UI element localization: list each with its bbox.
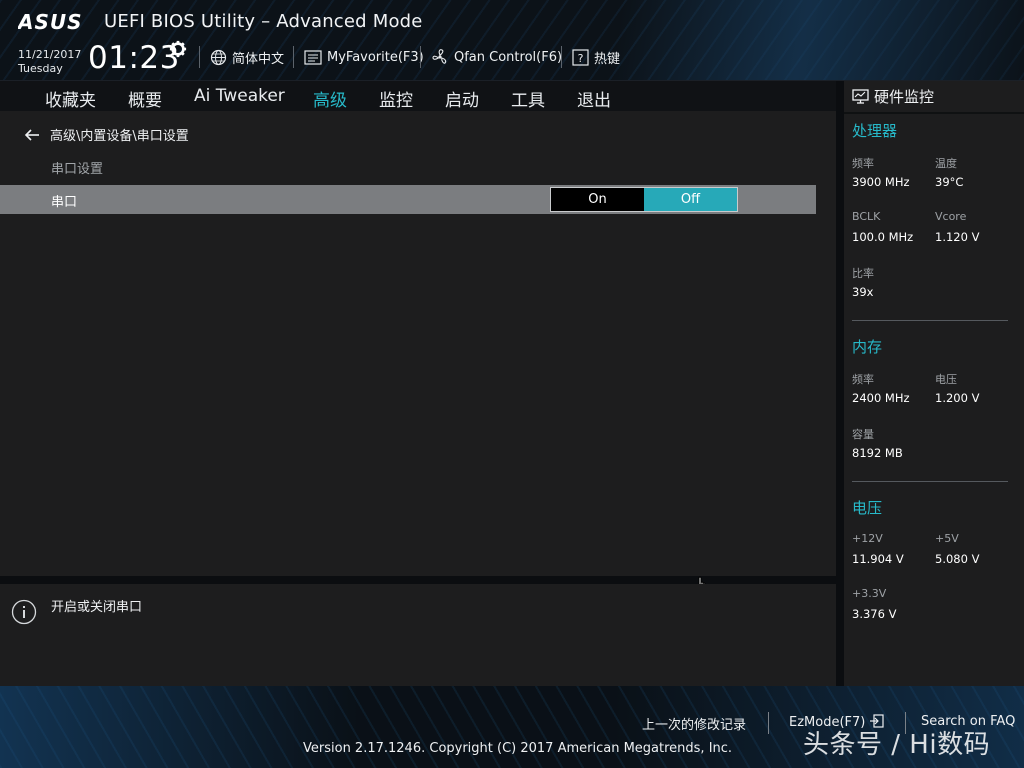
cpu-temp-label: 温度 bbox=[935, 157, 957, 170]
ratio-label: 比率 bbox=[852, 267, 874, 280]
mem-freq-value: 2400 MHz bbox=[852, 391, 910, 405]
help-question-icon: ? bbox=[572, 48, 589, 66]
cpu-section-title: 处理器 bbox=[852, 122, 898, 140]
bclk-value: 100.0 MHz bbox=[852, 230, 914, 244]
mem-capacity-label: 容量 bbox=[852, 428, 874, 441]
footer-bar: 上一次的修改记录 EzMode(F7) Search on FAQ Versio… bbox=[0, 686, 1024, 768]
bclk-label: BCLK bbox=[852, 210, 881, 223]
help-description: 开启或关闭串口 bbox=[51, 600, 143, 615]
header-divider bbox=[420, 46, 421, 68]
menu-favorites[interactable]: 收藏夹 bbox=[45, 86, 96, 111]
title-divider bbox=[844, 112, 1024, 114]
settings-panel: 高级\内置设备\串口设置 串口设置 串口 On Off bbox=[0, 111, 836, 601]
breadcrumb-path: 高级\内置设备\串口设置 bbox=[50, 129, 189, 144]
asus-logo: ASUS bbox=[18, 11, 83, 33]
copyright-text: Version 2.17.1246. Copyright (C) 2017 Am… bbox=[303, 741, 733, 756]
memory-section-title: 内存 bbox=[852, 338, 883, 356]
v33-value: 3.376 V bbox=[852, 607, 897, 621]
main-menu: 收藏夹 概要 Ai Tweaker 高级 监控 启动 工具 退出 bbox=[0, 81, 836, 114]
v12-value: 11.904 V bbox=[852, 552, 904, 566]
qfan-label: Qfan Control(F6) bbox=[454, 49, 563, 65]
vcore-value: 1.120 V bbox=[935, 230, 980, 244]
watermark-text: 头条号 / Hi数码 bbox=[803, 730, 991, 760]
menu-monitor[interactable]: 监控 bbox=[379, 86, 413, 111]
toggle-option-off[interactable]: Off bbox=[644, 188, 737, 211]
breadcrumb[interactable]: 高级\内置设备\串口设置 bbox=[24, 125, 189, 144]
cpu-temp-value: 39°C bbox=[935, 175, 964, 189]
globe-icon bbox=[210, 49, 227, 65]
monitor-icon bbox=[852, 89, 869, 104]
setting-row-serial-port[interactable]: 串口 On Off bbox=[0, 185, 816, 214]
menu-tool[interactable]: 工具 bbox=[511, 86, 545, 111]
hotkeys-button[interactable]: ? 热键 bbox=[572, 46, 620, 68]
vcore-label: Vcore bbox=[935, 210, 967, 223]
mem-freq-label: 频率 bbox=[852, 373, 874, 386]
menu-boot[interactable]: 启动 bbox=[445, 86, 479, 111]
myfavorite-label: MyFavorite(F3) bbox=[327, 49, 424, 65]
cpu-freq-label: 频率 bbox=[852, 157, 874, 170]
cpu-freq-value: 3900 MHz bbox=[852, 175, 910, 189]
v12-label: +12V bbox=[852, 532, 883, 545]
v33-label: +3.3V bbox=[852, 587, 887, 600]
header-bar: ASUS UEFI BIOS Utility – Advanced Mode 1… bbox=[0, 0, 1024, 81]
ratio-value: 39x bbox=[852, 285, 874, 299]
hardware-monitor-panel: 硬件监控 处理器 频率 温度 3900 MHz 39°C BCLK Vcore … bbox=[844, 81, 1024, 686]
fan-icon bbox=[432, 49, 447, 64]
hardware-monitor-title: 硬件监控 bbox=[852, 86, 934, 107]
last-modified-button[interactable]: 上一次的修改记录 bbox=[642, 714, 746, 733]
qfan-control-button[interactable]: Qfan Control(F6) bbox=[431, 46, 562, 68]
section-label: 串口设置 bbox=[51, 162, 104, 177]
setting-label: 串口 bbox=[51, 195, 78, 210]
info-icon bbox=[11, 599, 37, 625]
mem-volt-label: 电压 bbox=[935, 373, 957, 386]
header-divider bbox=[561, 46, 562, 68]
mem-capacity-value: 8192 MB bbox=[852, 446, 903, 460]
menu-ai-tweaker[interactable]: Ai Tweaker bbox=[194, 86, 285, 106]
menu-exit[interactable]: 退出 bbox=[577, 86, 611, 111]
hardware-monitor-label: 硬件监控 bbox=[874, 88, 935, 106]
date-text: 11/21/2017 bbox=[18, 48, 82, 61]
hotkeys-label: 热键 bbox=[594, 51, 621, 67]
header-divider bbox=[199, 46, 200, 68]
myfavorite-button[interactable]: MyFavorite(F3) bbox=[304, 46, 424, 68]
section-divider bbox=[852, 481, 1008, 482]
clock-time[interactable]: 01:23 bbox=[88, 40, 180, 76]
section-divider bbox=[852, 320, 1008, 321]
voltage-section-title: 电压 bbox=[852, 499, 883, 517]
toggle-option-on[interactable]: On bbox=[551, 188, 644, 211]
header-divider bbox=[293, 46, 294, 68]
language-button[interactable]: 简体中文 bbox=[210, 46, 284, 68]
language-label: 简体中文 bbox=[232, 51, 285, 67]
weekday-text: Tuesday bbox=[18, 62, 63, 75]
help-panel: 开启或关闭串口 bbox=[0, 584, 836, 686]
v5-value: 5.080 V bbox=[935, 552, 980, 566]
gear-icon[interactable] bbox=[169, 40, 187, 58]
footer-divider bbox=[768, 712, 769, 734]
app-title: UEFI BIOS Utility – Advanced Mode bbox=[104, 11, 423, 32]
menu-advanced[interactable]: 高级 bbox=[313, 86, 347, 114]
favorite-list-icon bbox=[304, 49, 322, 65]
v5-label: +5V bbox=[935, 532, 959, 545]
svg-text:?: ? bbox=[578, 52, 584, 65]
svg-text:ASUS: ASUS bbox=[18, 11, 83, 33]
menu-overview[interactable]: 概要 bbox=[128, 86, 162, 111]
serial-port-toggle[interactable]: On Off bbox=[550, 187, 738, 212]
mem-volt-value: 1.200 V bbox=[935, 391, 980, 405]
date-display: 11/21/2017 Tuesday bbox=[18, 48, 81, 76]
back-arrow-icon[interactable] bbox=[24, 128, 40, 142]
